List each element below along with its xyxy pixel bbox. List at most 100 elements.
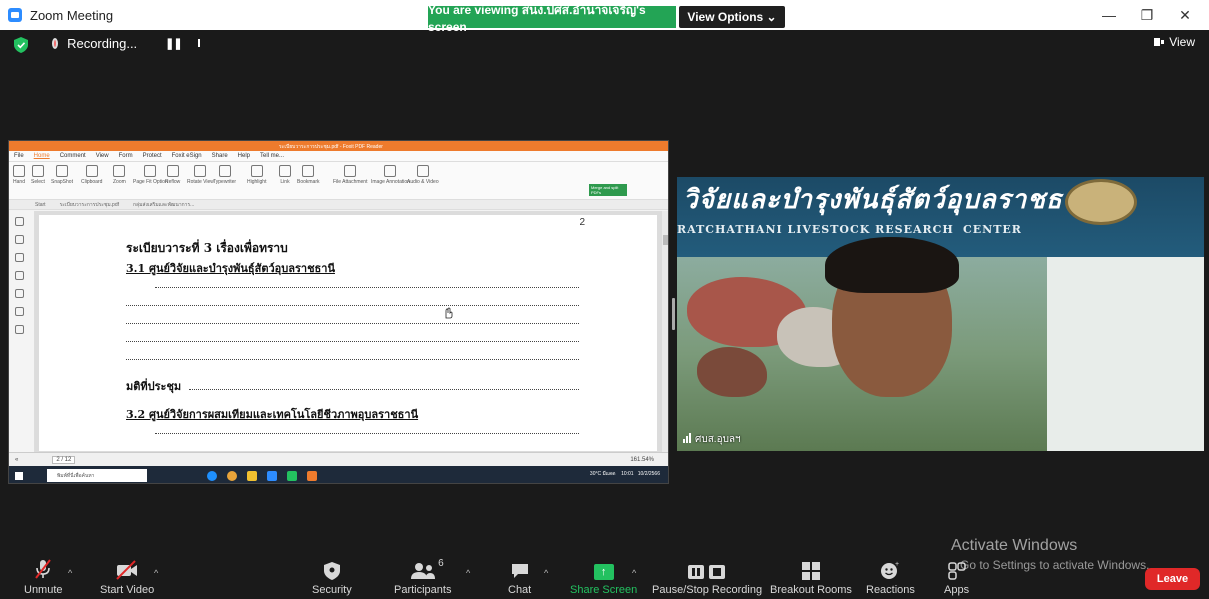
reactions-button[interactable]: + Reactions <box>866 558 915 596</box>
pause-stop-recording-button[interactable]: Pause/Stop Recording <box>652 558 762 596</box>
highlight-icon <box>250 165 263 177</box>
hand-tool-icon <box>13 165 25 177</box>
zoom-level: 161.54% <box>630 456 654 463</box>
pdf-page: 2 ระเบียบวาระที่ 3 เรื่องเพื่อทราบ 3.1 ศ… <box>39 215 657 451</box>
restore-button[interactable]: ❐ <box>1135 4 1159 26</box>
pdf-ribbon-item: Clipboard <box>81 165 102 185</box>
shared-screen[interactable]: ระเบียบวาระการประชุม.pdf - Foxit PDF Rea… <box>8 140 669 484</box>
line-icon <box>287 470 297 481</box>
participants-caret-icon[interactable]: ^ <box>466 568 470 578</box>
dotted-line <box>155 287 579 288</box>
start-video-button[interactable]: Start Video <box>100 558 154 596</box>
dotted-line <box>126 341 579 342</box>
title-bar: Zoom Meeting You are viewing สนง.ปศส.อำน… <box>0 0 1209 34</box>
attachments-panel-icon <box>15 289 24 298</box>
pdf-ribbon-item: File Attachment <box>333 165 367 185</box>
pdf-tabs: Start ระเบียบวาระการประชุม.pdf กลุ่มส่งเ… <box>9 200 668 210</box>
reflow-icon <box>166 165 179 177</box>
start-video-label: Start Video <box>100 584 155 596</box>
recording-dot-icon <box>52 37 59 49</box>
pdf-menu-item: Share <box>211 153 228 159</box>
splitter-handle[interactable] <box>672 298 675 330</box>
audio-options-caret-icon[interactable]: ^ <box>68 568 72 578</box>
clipboard-icon <box>85 165 98 177</box>
typewriter-icon <box>218 165 231 177</box>
unmute-button[interactable]: Unmute <box>24 558 63 596</box>
zoom-app-icon <box>267 470 277 481</box>
security-button[interactable]: Security <box>312 558 352 596</box>
signature-panel-icon <box>15 325 24 334</box>
pdf-scroll-thumb[interactable] <box>663 235 668 245</box>
taskbar-date: 10/2/2566 <box>637 471 660 477</box>
view-button[interactable]: View <box>1154 35 1195 49</box>
share-caret-icon[interactable]: ^ <box>632 568 636 578</box>
pdf-title-bar: ระเบียบวาระการประชุม.pdf - Foxit PDF Rea… <box>9 141 668 151</box>
pdf-ribbon-item: Bookmark <box>297 165 320 185</box>
rotate-icon <box>194 165 207 177</box>
participants-count: 6 <box>438 558 444 569</box>
window-title: Zoom Meeting <box>30 7 114 23</box>
close-button[interactable]: ✕ <box>1173 4 1197 26</box>
view-options-button[interactable]: View Options ⌄ <box>679 6 785 28</box>
video-options-caret-icon[interactable]: ^ <box>154 568 158 578</box>
breakout-rooms-button[interactable]: Breakout Rooms <box>770 558 852 596</box>
breakout-rooms-label: Breakout Rooms <box>770 584 852 596</box>
background-wall <box>1047 257 1204 451</box>
security-panel-icon <box>15 307 24 316</box>
pdf-menu-item: Form <box>118 153 133 159</box>
recording-indicator: Recording... ❚❚ <box>40 32 200 54</box>
merge-split-badge: Merge and split PDFs <box>589 184 627 196</box>
participant-name: ศบส.อุบลฯ <box>695 434 741 445</box>
windows-taskbar: พิมพ์ที่นี่เพื่อค้นหา 30°C มีแดด 10:01 1… <box>9 466 668 483</box>
agenda-heading: ระเบียบวาระที่ 3 เรื่องเพื่อทราบ <box>126 241 288 255</box>
muted-microphone-icon <box>33 558 53 580</box>
pdf-menu-item: Help <box>237 153 250 159</box>
dotted-line <box>189 389 579 390</box>
chat-button[interactable]: Chat <box>508 558 531 596</box>
svg-text:+: + <box>895 561 899 568</box>
audio-video-icon <box>416 165 429 177</box>
pdf-status-bar: « 2 / 12 161.54% <box>9 452 668 466</box>
pdf-scrollbar[interactable] <box>662 211 668 452</box>
pdf-menu-bar: File Home Comment View Form Protect Foxi… <box>9 151 668 162</box>
pause-stop-icon <box>687 558 727 580</box>
encryption-shield-icon[interactable] <box>14 37 28 53</box>
pdf-menu-item: Comment <box>59 153 86 159</box>
taskbar-time: 10:01 <box>621 471 634 477</box>
minimize-button[interactable]: — <box>1097 4 1121 26</box>
taskbar-tray: 30°C มีแดด 10:01 10/2/2566 <box>590 470 660 478</box>
apps-button[interactable]: Apps <box>944 558 969 596</box>
leave-button[interactable]: Leave <box>1145 568 1200 590</box>
security-label: Security <box>312 584 352 596</box>
activate-windows-subtitle: Go to Settings to activate Windows. <box>960 558 1150 572</box>
banner-english-right: CENTER <box>963 223 1022 236</box>
pause-recording-button[interactable]: ❚❚ <box>165 37 182 50</box>
hand-cursor-icon <box>445 307 453 319</box>
bookmark-panel-icon <box>15 217 24 226</box>
share-screen-button[interactable]: ↑ Share Screen <box>570 558 637 596</box>
snapshot-icon <box>55 165 68 177</box>
chat-caret-icon[interactable]: ^ <box>544 568 548 578</box>
pause-stop-recording-label: Pause/Stop Recording <box>652 584 763 596</box>
participants-button[interactable]: 6 Participants <box>394 558 451 596</box>
windows-start-icon <box>15 471 23 480</box>
participants-icon: 6 <box>410 558 444 580</box>
participants-label: Participants <box>394 584 452 596</box>
zoom-logo-icon <box>8 8 22 22</box>
pdf-ribbon-item: Select <box>31 165 45 185</box>
breakout-rooms-icon <box>801 558 820 580</box>
participant-video-tile[interactable]: วิจัยและบำรุงพันธุ์สัตว์อุบลราชธานี RATC… <box>677 177 1204 451</box>
taskbar-search: พิมพ์ที่นี่เพื่อค้นหา <box>47 469 147 482</box>
chrome-icon <box>227 470 237 481</box>
view-layout-icon <box>1154 38 1165 46</box>
banner-thai-text: วิจัยและบำรุงพันธุ์สัตว์อุบลราชธานี <box>683 185 1098 215</box>
stop-recording-button[interactable] <box>197 39 200 47</box>
pdf-ribbon-item: Rotate View <box>187 165 214 185</box>
apps-label: Apps <box>944 584 970 596</box>
pdf-ribbon-item: Link <box>279 165 291 185</box>
banner-english-left: RATCHATHANI LIVESTOCK RESEARCH <box>677 223 954 236</box>
participant-hair <box>825 237 959 293</box>
pdf-left-panel <box>9 211 35 452</box>
dotted-line <box>126 305 579 306</box>
taskbar-weather: 30°C มีแดด <box>589 471 616 477</box>
